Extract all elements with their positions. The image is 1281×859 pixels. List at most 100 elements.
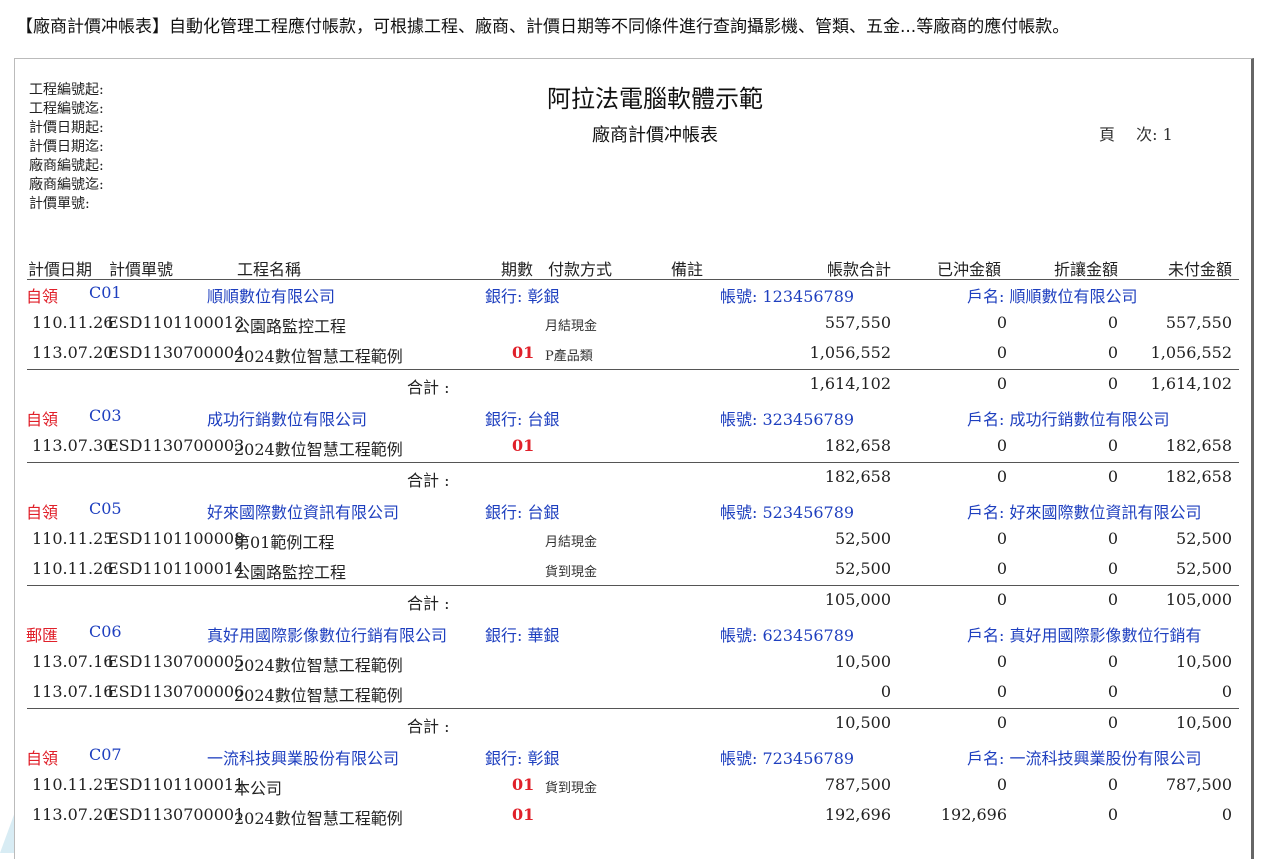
row-project: 公園路監控工程 [234, 317, 347, 336]
row-total: 52,500 [835, 529, 891, 548]
criteria-label: 計價單號: [29, 196, 90, 212]
page-headline: 【廠商計價冲帳表】自動化管理工程應付帳款，可根據工程、廠商、計價日期等不同條件進… [16, 17, 1070, 37]
row-discount: 0 [1107, 436, 1118, 455]
col-project: 工程名稱 [237, 260, 302, 279]
row-number: ESD1130700005 [107, 652, 245, 671]
row-project: 2024數位智慧工程範例 [234, 809, 403, 828]
subtotal-paid: 0 [996, 590, 1007, 609]
row-payment-method: 月結現金 [545, 319, 598, 334]
subtotal-total: 105,000 [824, 590, 891, 609]
row-date: 113.07.20 [32, 343, 114, 362]
row-payment-method: 貨到現金 [545, 781, 598, 796]
row-unpaid: 1,056,552 [1150, 343, 1232, 362]
row-total: 557,550 [824, 313, 891, 332]
vendor-code: C01 [89, 283, 122, 302]
vendor-payment-type: 郵匯 [26, 626, 59, 645]
row-paid: 0 [996, 652, 1007, 671]
row-total: 787,500 [824, 775, 891, 794]
subtotal-unpaid: 182,658 [1165, 467, 1232, 486]
row-number: ESD1101100011 [107, 775, 245, 794]
row-project: 2024數位智慧工程範例 [234, 347, 403, 366]
row-total: 1,056,552 [809, 343, 891, 362]
subtotal-divider [27, 369, 1239, 370]
page-number: 頁 次: 1 [1099, 121, 1173, 145]
vendor-bank: 銀行: 台銀 [485, 503, 560, 522]
col-total: 帳款合計 [826, 260, 891, 279]
vendor-payment-type: 自領 [26, 287, 59, 306]
subtotal-discount: 0 [1107, 590, 1118, 609]
row-discount: 0 [1107, 805, 1118, 824]
vendor-payment-type: 自領 [26, 749, 59, 768]
vendor-name: 真好用國際影像數位行銷有限公司 [207, 626, 448, 645]
col-discount: 折讓金額 [1053, 260, 1118, 279]
vendor-bank: 銀行: 彰銀 [485, 287, 560, 306]
row-date: 113.07.20 [32, 805, 114, 824]
row-project: 2024數位智慧工程範例 [234, 440, 403, 459]
subtotal-label: 合計 : [407, 594, 450, 613]
row-paid: 0 [996, 559, 1007, 578]
subtotal-paid: 0 [996, 713, 1007, 732]
vendor-bank: 銀行: 彰銀 [485, 749, 560, 768]
row-period: 01 [512, 805, 535, 824]
row-payment-method: P產品類 [545, 349, 593, 364]
vendor-holder: 戶名: 真好用國際影像數位行銷有 [967, 626, 1202, 645]
col-paid: 已沖金額 [936, 260, 1001, 279]
header-divider [27, 279, 1239, 280]
row-paid: 192,696 [940, 805, 1007, 824]
row-date: 113.07.16 [32, 652, 114, 671]
row-paid: 0 [996, 436, 1007, 455]
col-note: 備註 [671, 260, 704, 279]
vendor-holder: 戶名: 成功行銷數位有限公司 [967, 410, 1170, 429]
subtotal-discount: 0 [1107, 374, 1118, 393]
row-project: 2024數位智慧工程範例 [234, 656, 403, 675]
row-discount: 0 [1107, 529, 1118, 548]
row-unpaid: 182,658 [1165, 436, 1232, 455]
vendor-code: C03 [89, 406, 122, 425]
row-total: 10,500 [835, 652, 891, 671]
row-paid: 0 [996, 529, 1007, 548]
row-payment-method: 月結現金 [545, 535, 598, 550]
row-discount: 0 [1107, 559, 1118, 578]
row-number: ESD1130700006 [107, 682, 245, 701]
subtotal-paid: 0 [996, 374, 1007, 393]
row-period: 01 [512, 343, 535, 362]
vendor-code: C05 [89, 499, 122, 518]
row-unpaid: 0 [1221, 805, 1232, 824]
row-date: 110.11.25 [32, 529, 114, 548]
row-date: 110.11.25 [32, 775, 114, 794]
subtotal-divider [27, 462, 1239, 463]
subtotal-label: 合計 : [407, 378, 450, 397]
company-name: 阿拉法電腦軟體示範 [547, 85, 763, 113]
page-label: 頁 次: [1099, 125, 1158, 144]
vendor-payment-type: 自領 [26, 503, 59, 522]
vendor-bank: 銀行: 台銀 [485, 410, 560, 429]
vendor-name: 一流科技興業股份有限公司 [207, 749, 400, 768]
row-discount: 0 [1107, 775, 1118, 794]
row-total: 182,658 [824, 436, 891, 455]
vendor-bank: 銀行: 華銀 [485, 626, 560, 645]
row-unpaid: 0 [1221, 682, 1232, 701]
criteria-label: 廠商編號迄: [29, 177, 104, 193]
page-value: 1 [1162, 125, 1173, 144]
report-sheet: 工程編號起: 工程編號迄: 計價日期起: 計價日期迄: 廠商編號起: 廠商編號迄: 計價單號… [14, 58, 1254, 859]
row-number: ESD1101100008 [107, 529, 245, 548]
row-paid: 0 [996, 682, 1007, 701]
row-number: ESD1130700004 [107, 343, 245, 362]
row-project: 第01範例工程 [234, 533, 335, 552]
row-date: 113.07.30 [32, 436, 114, 455]
col-no: 計價單號 [109, 260, 174, 279]
subtotal-total: 182,658 [824, 467, 891, 486]
subtotal-divider [27, 585, 1239, 586]
col-unpaid: 未付金額 [1167, 260, 1232, 279]
row-project: 公園路監控工程 [234, 563, 347, 582]
subtotal-unpaid: 105,000 [1165, 590, 1232, 609]
subtotal-discount: 0 [1107, 467, 1118, 486]
vendor-account: 帳號: 623456789 [720, 626, 855, 645]
vendor-payment-type: 自領 [26, 410, 59, 429]
vendor-account: 帳號: 523456789 [720, 503, 855, 522]
subtotal-label: 合計 : [407, 717, 450, 736]
row-paid: 0 [996, 775, 1007, 794]
vendor-holder: 戶名: 順順數位有限公司 [967, 287, 1138, 306]
row-unpaid: 52,500 [1176, 559, 1232, 578]
subtotal-paid: 0 [996, 467, 1007, 486]
